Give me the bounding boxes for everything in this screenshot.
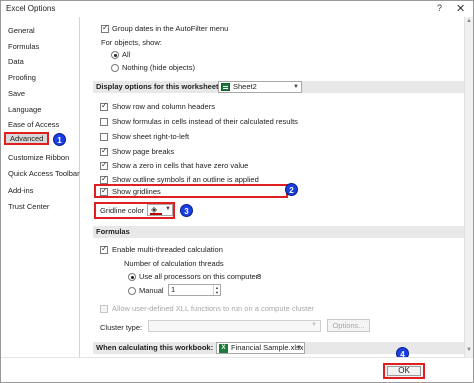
threads-label: Number of calculation threads [124, 259, 224, 268]
use-all-processors-label: Use all processors on this computer: [139, 272, 261, 281]
title-bar: Excel Options ? ✕ [1, 1, 473, 17]
sidebar-item-general[interactable]: General [8, 24, 35, 37]
sidebar-item-data[interactable]: Data [8, 55, 24, 68]
manual-threads-value: 1 [171, 285, 176, 294]
workbook-section-label: When calculating this workbook: [96, 343, 214, 352]
sidebar-item-trust-center[interactable]: Trust Center [8, 200, 49, 213]
cluster-type-label: Cluster type: [100, 323, 143, 332]
worksheet-select[interactable]: Sheet2 ▼ [218, 81, 302, 93]
multithread-checkbox[interactable] [100, 244, 108, 254]
ok-button[interactable]: OK [383, 363, 425, 379]
ok-button-focus-ring [387, 366, 421, 376]
worksheet-select-value: Sheet2 [233, 82, 257, 91]
advanced-options-panel: Group dates in the AutoFilter menu For o… [81, 17, 464, 357]
show-page-breaks-label: Show page breaks [112, 147, 175, 156]
chevron-down-icon: ▼ [293, 84, 299, 90]
manual-label: Manual [139, 286, 164, 295]
group-dates-checkbox[interactable] [101, 23, 109, 33]
show-formulas-checkbox[interactable] [100, 118, 108, 126]
chevron-down-icon: ▼ [165, 206, 171, 212]
step-badge-1: 1 [53, 133, 66, 146]
processor-count: 8 [257, 272, 262, 281]
sidebar-item-proofing[interactable]: Proofing [8, 71, 36, 84]
show-page-breaks-checkbox[interactable] [100, 146, 108, 156]
sidebar-item-ease-of-access[interactable]: Ease of Access [8, 118, 59, 131]
show-rtl-checkbox[interactable] [100, 133, 108, 141]
scroll-down-icon[interactable]: ▼ [466, 347, 472, 353]
excel-icon: X [219, 344, 228, 353]
show-outline-checkbox[interactable] [100, 174, 108, 184]
multithread-label: Enable multi-threaded calculation [112, 245, 223, 254]
sheet-icon [221, 83, 230, 91]
sidebar-item-add-ins[interactable]: Add-ins [8, 184, 33, 197]
show-outline-label: Show outline symbols if an outline is ap… [112, 175, 259, 184]
objects-nothing-label: Nothing (hide objects) [122, 63, 195, 72]
sidebar-item-formulas[interactable]: Formulas [8, 40, 39, 53]
dialog-title: Excel Options [6, 4, 56, 13]
formulas-section-header: Formulas [93, 226, 464, 238]
show-rtl-label: Show sheet right-to-left [112, 132, 190, 141]
sidebar: General Formulas Data Proofing Save Lang… [1, 17, 80, 381]
options-button[interactable]: Options... [327, 319, 370, 332]
show-zero-checkbox[interactable] [100, 160, 108, 170]
worksheet-section-label: Display options for this worksheet: [96, 82, 222, 91]
close-icon[interactable]: ✕ [456, 2, 465, 15]
help-icon[interactable]: ? [437, 3, 442, 13]
chevron-down-icon: ▼ [296, 345, 302, 351]
xll-checkbox[interactable] [100, 305, 108, 313]
vertical-scrollbar[interactable]: ▲ ▼ [464, 17, 473, 357]
manual-threads-spinner[interactable]: 1 ▲ ▼ [168, 284, 221, 296]
show-gridlines-checkbox[interactable] [100, 186, 108, 196]
sidebar-item-save[interactable]: Save [8, 87, 25, 100]
group-dates-label: Group dates in the AutoFilter menu [112, 24, 229, 33]
show-zero-label: Show a zero in cells that have zero valu… [112, 161, 249, 170]
gridline-color-label: Gridline color [100, 206, 145, 215]
use-all-processors-radio[interactable] [128, 273, 136, 281]
for-objects-label: For objects, show: [101, 38, 162, 47]
objects-nothing-radio[interactable] [111, 64, 119, 72]
objects-all-radio[interactable] [111, 51, 119, 59]
sidebar-item-quick-access-toolbar[interactable]: Quick Access Toolbar [8, 167, 80, 180]
manual-radio[interactable] [128, 287, 136, 295]
xll-label: Allow user-defined XLL functions to run … [112, 304, 314, 313]
objects-all-label: All [122, 50, 131, 59]
scroll-up-icon[interactable]: ▲ [466, 18, 472, 24]
spinner-arrows-icon[interactable]: ▲ ▼ [213, 285, 220, 295]
chevron-down-icon: ▼ [311, 322, 317, 328]
gridline-color-swatch [150, 213, 162, 215]
sidebar-item-language[interactable]: Language [8, 103, 41, 116]
show-headers-checkbox[interactable] [100, 101, 108, 111]
gridline-color-picker[interactable]: ◈ ▼ [147, 204, 173, 216]
sidebar-item-customize-ribbon[interactable]: Customize Ribbon [8, 151, 69, 164]
sidebar-item-advanced[interactable]: Advanced [4, 132, 49, 145]
step-badge-3: 3 [180, 204, 193, 217]
cluster-type-select[interactable]: ▼ [148, 320, 321, 332]
step-badge-2: 2 [285, 183, 298, 196]
show-headers-label: Show row and column headers [112, 102, 215, 111]
workbook-select-value: Financial Sample.xlsx [231, 343, 304, 352]
workbook-select[interactable]: X Financial Sample.xlsx ▼ [216, 342, 305, 354]
show-gridlines-label: Show gridlines [112, 187, 161, 196]
show-formulas-label: Show formulas in cells instead of their … [112, 117, 298, 126]
